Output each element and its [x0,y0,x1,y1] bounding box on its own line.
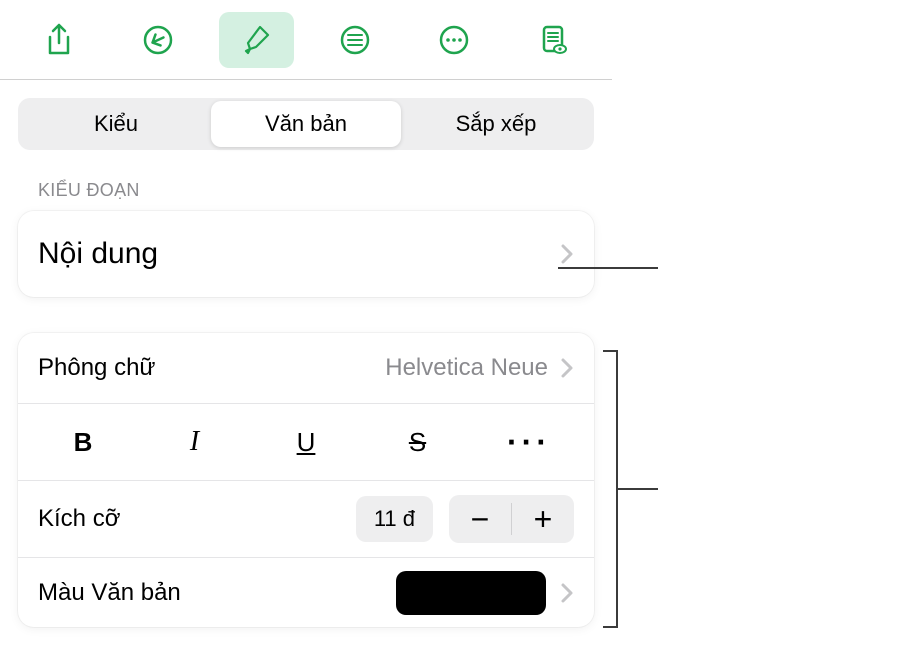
section-label-paragraph-style: KIỂU ĐOẠN [38,180,594,201]
italic-button[interactable]: I [150,418,240,466]
size-increase-button[interactable]: + [512,495,574,543]
strikethrough-button[interactable]: S [373,418,463,466]
more-styles-button[interactable]: ··· [484,418,574,466]
text-style-row: B I U S ··· [18,403,594,480]
share-icon [42,23,76,57]
text-color-label: Màu Văn bản [38,579,181,607]
toolbar [0,0,612,80]
font-card: Phông chữ Helvetica Neue B I U S ··· Kíc… [18,333,594,627]
callout-bracket-cap [603,626,617,628]
segmented-control: Kiểu Văn bản Sắp xếp [18,98,594,150]
tab-style[interactable]: Kiểu [21,101,211,147]
bold-button[interactable]: B [38,418,128,466]
font-label: Phông chữ [38,354,155,382]
more-button[interactable] [416,12,491,68]
size-row: Kích cỡ 11 đ − + [18,480,594,557]
size-decrease-button[interactable]: − [449,495,511,543]
tab-arrange[interactable]: Sắp xếp [401,101,591,147]
chevron-right-icon [560,357,574,379]
font-value: Helvetica Neue [385,354,548,382]
chevron-right-icon [560,243,574,265]
underline-button[interactable]: U [261,418,351,466]
undo-button[interactable] [120,12,195,68]
brush-icon [240,23,274,57]
font-row[interactable]: Phông chữ Helvetica Neue [18,333,594,403]
chevron-right-icon [560,582,574,604]
more-icon [437,23,471,57]
paragraph-style-row[interactable]: Nội dung [18,211,594,297]
undo-icon [141,23,175,57]
size-value-display[interactable]: 11 đ [356,496,433,542]
list-icon [338,23,372,57]
format-button[interactable] [219,12,294,68]
size-label: Kích cỡ [38,505,120,533]
share-button[interactable] [22,12,97,68]
callout-line [616,488,658,490]
paragraph-style-value: Nội dung [38,237,158,271]
text-color-swatch[interactable] [396,571,546,615]
callout-bracket-cap [603,350,617,352]
paragraph-style-card: Nội dung [18,211,594,297]
insert-button[interactable] [318,12,393,68]
tab-text[interactable]: Văn bản [211,101,401,147]
viewmode-button[interactable] [515,12,590,68]
document-icon [536,23,570,57]
size-stepper: − + [449,495,574,543]
text-color-row[interactable]: Màu Văn bản [18,557,594,627]
callout-line [558,267,658,269]
